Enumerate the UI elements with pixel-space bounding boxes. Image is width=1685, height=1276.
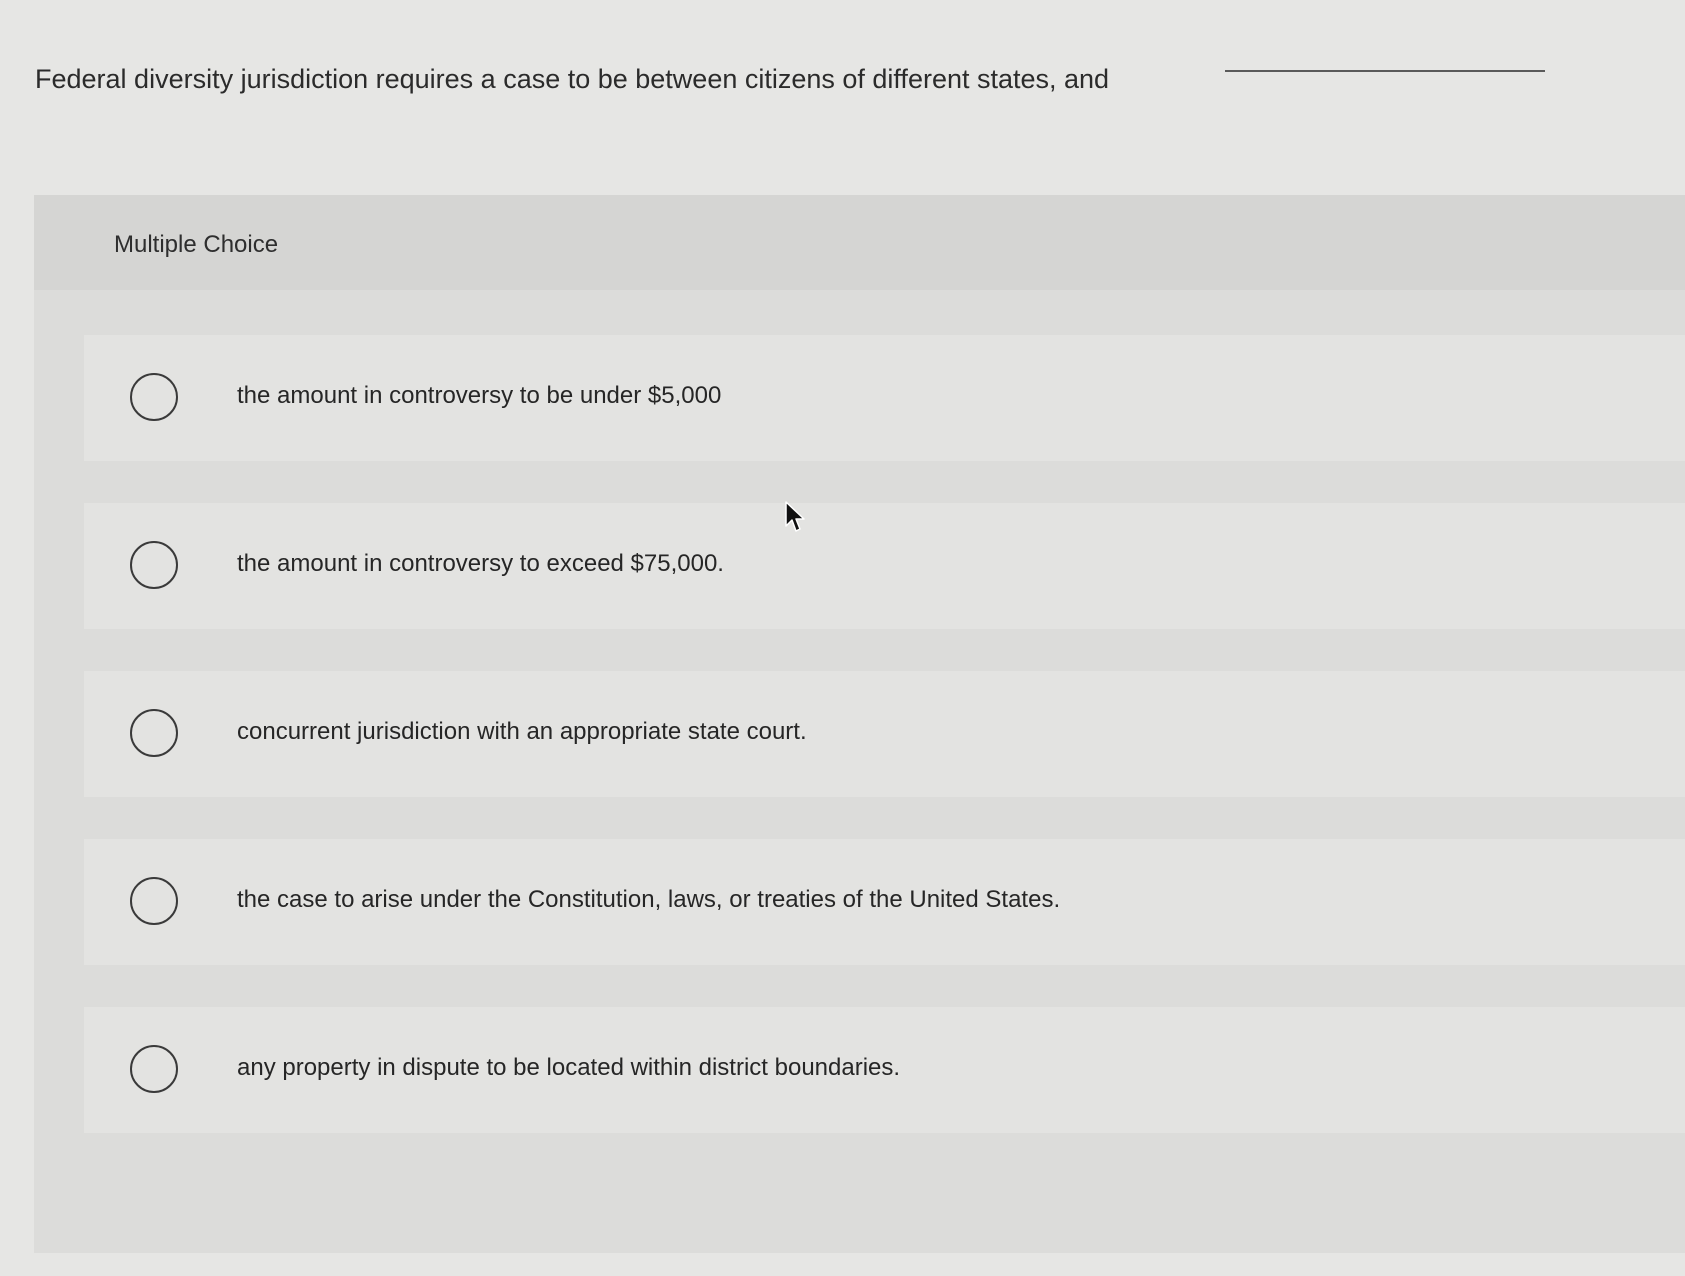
radio-unchecked-icon[interactable] [130,1045,178,1093]
multiple-choice-panel: Multiple Choice the amount in controvers… [34,195,1685,1253]
option-label: the amount in controversy to be under $5… [237,382,722,409]
panel-header: Multiple Choice [34,195,1685,290]
answer-blank [1225,70,1545,72]
question-text: Federal diversity jurisdiction requires … [35,64,1110,94]
radio-unchecked-icon[interactable] [130,877,178,925]
option-label: any property in dispute to be located wi… [237,1054,901,1081]
option-2[interactable]: the amount in controversy to exceed $75,… [84,503,1685,629]
option-label: the case to arise under the Constitution… [237,886,1061,913]
radio-unchecked-icon[interactable] [130,541,178,589]
option-label: concurrent jurisdiction with an appropri… [237,718,807,745]
radio-unchecked-icon[interactable] [130,373,178,421]
options-list: the amount in controversy to be under $5… [84,335,1685,1175]
option-3[interactable]: concurrent jurisdiction with an appropri… [84,671,1685,797]
option-4[interactable]: the case to arise under the Constitution… [84,839,1685,965]
option-label: the amount in controversy to exceed $75,… [237,550,724,577]
panel-title: Multiple Choice [114,231,279,258]
radio-unchecked-icon[interactable] [130,709,178,757]
mouse-pointer-icon [785,501,805,532]
option-5[interactable]: any property in dispute to be located wi… [84,1007,1685,1133]
question: Federal diversity jurisdiction requires … [35,52,1655,112]
option-1[interactable]: the amount in controversy to be under $5… [84,335,1685,461]
